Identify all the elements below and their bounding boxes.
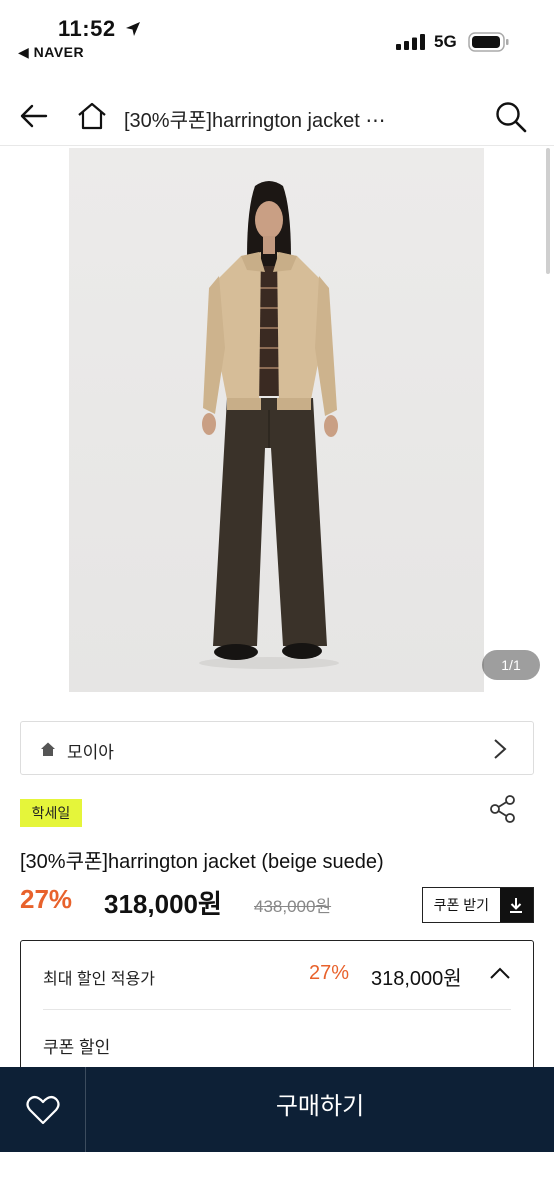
coupon-discount-label: 쿠폰 할인	[43, 1038, 111, 1057]
safe-area	[0, 1152, 554, 1200]
divider	[43, 1009, 511, 1010]
max-discount-rate: 27%	[309, 962, 350, 984]
scrollbar[interactable]	[546, 148, 550, 274]
battery-icon	[468, 32, 509, 52]
home-icon[interactable]	[76, 100, 108, 132]
location-arrow-icon	[126, 22, 140, 36]
network-label: 5G	[434, 32, 457, 51]
wishlist-button[interactable]	[0, 1067, 86, 1152]
chevron-up-icon[interactable]	[489, 965, 511, 981]
download-icon	[499, 888, 533, 922]
buy-button[interactable]: 구매하기	[86, 1067, 554, 1152]
image-counter: 1/1	[482, 650, 540, 680]
status-time: 11:52	[58, 16, 116, 41]
signal-icon	[396, 34, 425, 50]
back-to-app-link[interactable]: ◀ NAVER	[18, 44, 84, 61]
store-home-icon	[41, 742, 55, 756]
discount-rate: 27%	[20, 884, 73, 914]
heart-icon	[25, 1095, 60, 1124]
sale-price: 318,000원	[104, 889, 222, 919]
status-bar: 11:52 ◀ NAVER 5G	[0, 0, 554, 70]
max-discount-label: 최대 할인 적용가	[43, 971, 155, 988]
brand-name: 모이아	[67, 743, 114, 762]
nav-header: [30%쿠폰]harrington jacket ⋯	[0, 86, 554, 146]
product-image[interactable]	[69, 148, 484, 692]
brand-store-link[interactable]: 모이아	[20, 721, 534, 775]
get-coupon-button[interactable]: 쿠폰 받기	[422, 887, 534, 923]
sale-tag-badge: 학세일	[20, 799, 82, 827]
product-photo	[199, 181, 339, 669]
coupon-button-label: 쿠폰 받기	[433, 897, 490, 913]
share-icon[interactable]	[488, 794, 518, 824]
original-price: 438,000원	[254, 897, 332, 916]
back-arrow-icon[interactable]	[18, 100, 50, 132]
chevron-right-icon	[494, 739, 507, 759]
search-icon[interactable]	[494, 100, 528, 134]
max-discount-price: 318,000원	[371, 968, 462, 990]
page-title: [30%쿠폰]harrington jacket ⋯	[124, 110, 386, 132]
bottom-action-bar: 구매하기	[0, 1067, 554, 1152]
product-title: [30%쿠폰]harrington jacket (beige suede)	[20, 851, 384, 873]
